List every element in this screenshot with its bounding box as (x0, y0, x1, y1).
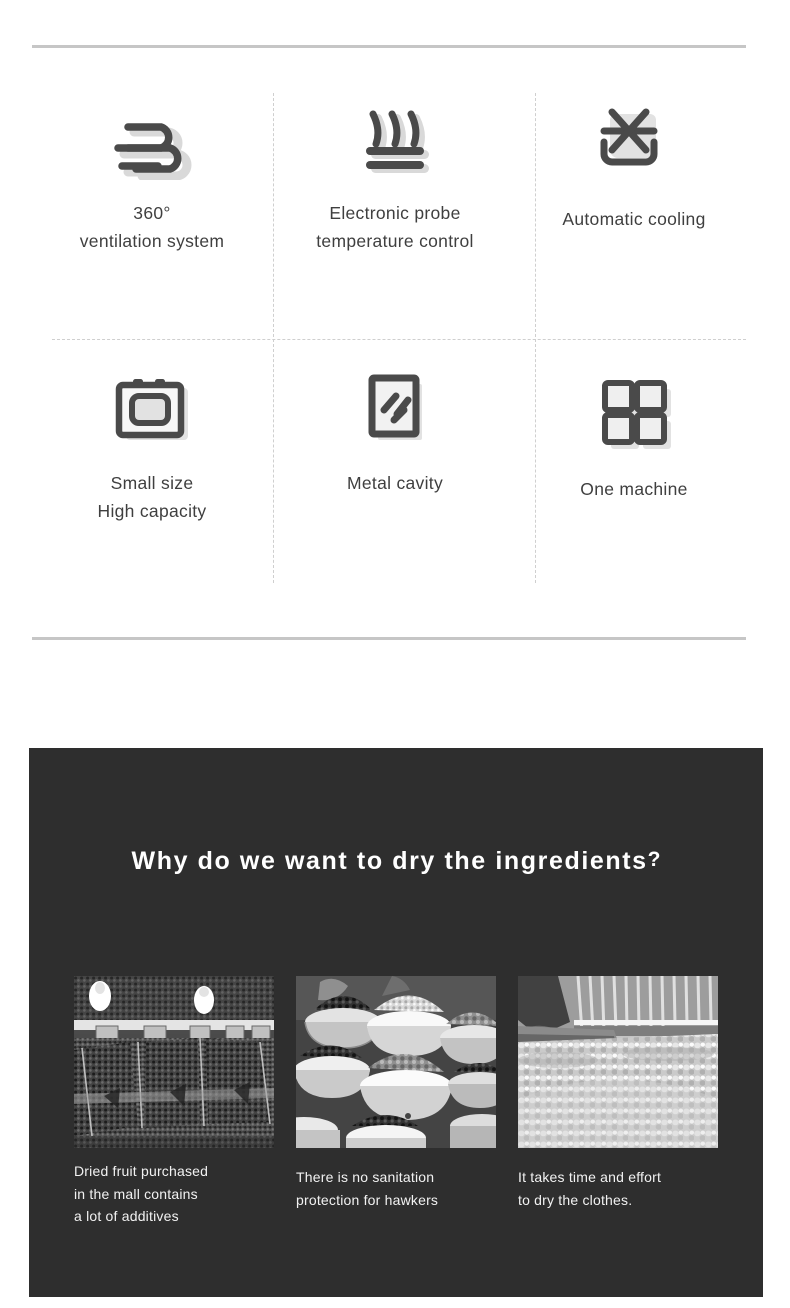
why-dry-ingredients-section: Why do we want to dry the ingredients? D… (29, 748, 763, 1297)
section-title: Why do we want to dry the ingredients? (29, 847, 763, 876)
feature-cell-small-size-high-capacity: Small size High capacity (32, 365, 272, 526)
metal-cavity-panel-icon (340, 365, 450, 457)
market-bowls-of-nuts-photo (296, 976, 496, 1148)
feature-cell-automatic-cooling: Automatic cooling (514, 95, 754, 233)
outdoor-sun-drying-produce-photo (518, 976, 718, 1148)
bottom-divider-rule (32, 637, 746, 640)
feature-label: Electronic probe temperature control (316, 203, 474, 252)
section-title-text: Why do we want to dry the ingredients (131, 847, 648, 875)
photo-item: There is no sanitation protection for ha… (296, 976, 496, 1228)
feature-cell-one-machine: One machine (514, 365, 754, 503)
feature-cell-temperature-probe: Electronic probe temperature control (275, 95, 515, 256)
top-divider-rule (32, 45, 746, 48)
photo-row: Dried fruit purchased in the mall contai… (74, 976, 718, 1228)
feature-cell-metal-cavity: Metal cavity (275, 365, 515, 497)
feature-grid: 360° ventilation system Electronic probe… (32, 75, 746, 605)
section-title-question-mark: ? (647, 848, 661, 872)
feature-label: Small size High capacity (97, 473, 207, 522)
wind-ventilation-icon (97, 95, 207, 187)
market-dried-fruit-bins-photo (74, 976, 274, 1148)
snowflake-cooling-icon (579, 95, 689, 187)
photo-item: Dried fruit purchased in the mall contai… (74, 976, 274, 1228)
product-feature-page: 360° ventilation system Electronic probe… (0, 0, 790, 1308)
feature-label: Metal cavity (347, 473, 443, 493)
four-squares-grid-icon (579, 365, 689, 457)
grid-divider-vertical-left (273, 93, 274, 583)
photo-caption: Dried fruit purchased in the mall contai… (74, 1163, 209, 1225)
feature-cell-ventilation: 360° ventilation system (32, 95, 272, 256)
photo-item: It takes time and effort to dry the clot… (518, 976, 718, 1228)
feature-label: 360° ventilation system (79, 203, 225, 252)
feature-label: Automatic cooling (562, 209, 706, 229)
feature-label: One machine (580, 479, 688, 499)
appliance-oven-icon (97, 365, 207, 457)
grid-divider-horizontal (52, 339, 746, 340)
heat-probe-icon (340, 95, 450, 187)
photo-caption: There is no sanitation protection for ha… (296, 1169, 439, 1208)
photo-caption: It takes time and effort to dry the clot… (518, 1169, 662, 1208)
